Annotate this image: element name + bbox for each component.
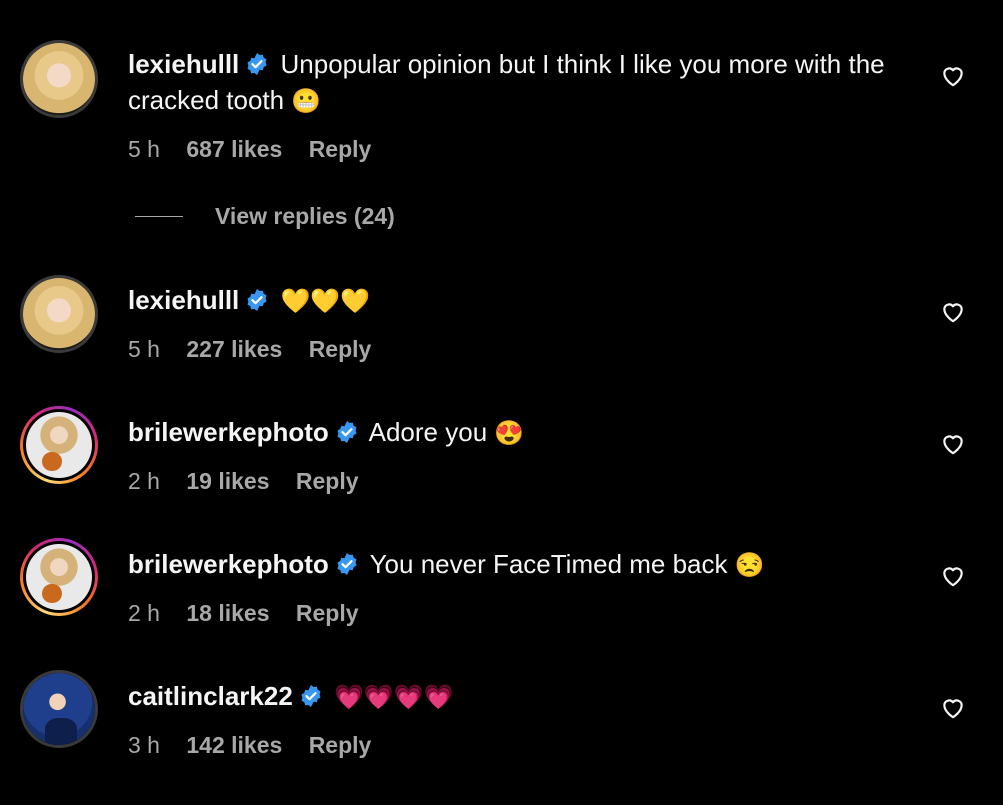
emoji: 😬: [291, 88, 322, 115]
timestamp: 5 h: [128, 336, 160, 362]
likes-count[interactable]: 142 likes: [186, 732, 282, 758]
timestamp: 3 h: [128, 732, 160, 758]
avatar-brilewerkephoto[interactable]: [20, 406, 98, 484]
likes-count[interactable]: 19 likes: [186, 468, 269, 494]
comment-body: lexiehulll Unpopular opinion but I think…: [128, 46, 888, 120]
heart-outline-icon[interactable]: [940, 431, 966, 457]
reply-button[interactable]: Reply: [309, 136, 372, 162]
verified-badge-icon: [337, 553, 357, 575]
comment-meta: 5 h 227 likes Reply: [128, 336, 391, 363]
comment-meta: 2 h 19 likes Reply: [128, 468, 379, 495]
timestamp: 2 h: [128, 600, 160, 626]
username[interactable]: brilewerkephoto: [128, 549, 329, 579]
likes-count[interactable]: 687 likes: [186, 136, 282, 162]
heart-outline-icon[interactable]: [940, 63, 966, 89]
view-replies-label: View replies (24): [215, 203, 395, 229]
username[interactable]: brilewerkephoto: [128, 417, 329, 447]
verified-badge-icon: [337, 421, 357, 443]
emoji: 💗💗💗💗: [334, 684, 454, 711]
emoji: 💛💛💛: [280, 288, 371, 315]
comment-text: Adore you: [368, 417, 488, 447]
reply-button[interactable]: Reply: [296, 600, 359, 626]
avatar-lexiehulll[interactable]: [20, 40, 98, 118]
comment-body: brilewerkephoto You never FaceTimed me b…: [128, 546, 888, 584]
view-replies-button[interactable]: View replies (24): [135, 203, 395, 230]
avatar-brilewerkephoto[interactable]: [20, 538, 98, 616]
reply-button[interactable]: Reply: [309, 732, 372, 758]
avatar-lexiehulll[interactable]: [20, 275, 98, 353]
comment-meta: 3 h 142 likes Reply: [128, 732, 391, 759]
verified-badge-icon: [301, 685, 321, 707]
comment-body: brilewerkephoto Adore you 😍: [128, 414, 888, 452]
timestamp: 2 h: [128, 468, 160, 494]
reply-button[interactable]: Reply: [296, 468, 359, 494]
likes-count[interactable]: 227 likes: [186, 336, 282, 362]
comment-body: caitlinclark22 💗💗💗💗: [128, 678, 888, 716]
username[interactable]: lexiehulll: [128, 49, 239, 79]
comment-body: lexiehulll 💛💛💛: [128, 282, 888, 320]
verified-badge-icon: [247, 53, 267, 75]
avatar-caitlinclark22[interactable]: [20, 670, 98, 748]
comment-text: Unpopular opinion but I think I like you…: [128, 49, 885, 115]
comment-text: You never FaceTimed me back: [369, 549, 728, 579]
heart-outline-icon[interactable]: [940, 299, 966, 325]
likes-count[interactable]: 18 likes: [186, 600, 269, 626]
reply-button[interactable]: Reply: [309, 336, 372, 362]
comment-meta: 5 h 687 likes Reply: [128, 136, 391, 163]
divider-line: [135, 216, 183, 217]
heart-outline-icon[interactable]: [940, 695, 966, 721]
comment-meta: 2 h 18 likes Reply: [128, 600, 379, 627]
username[interactable]: lexiehulll: [128, 285, 239, 315]
timestamp: 5 h: [128, 136, 160, 162]
emoji: 😒: [734, 552, 765, 579]
verified-badge-icon: [247, 289, 267, 311]
emoji: 😍: [494, 420, 525, 447]
heart-outline-icon[interactable]: [940, 563, 966, 589]
username[interactable]: caitlinclark22: [128, 681, 293, 711]
